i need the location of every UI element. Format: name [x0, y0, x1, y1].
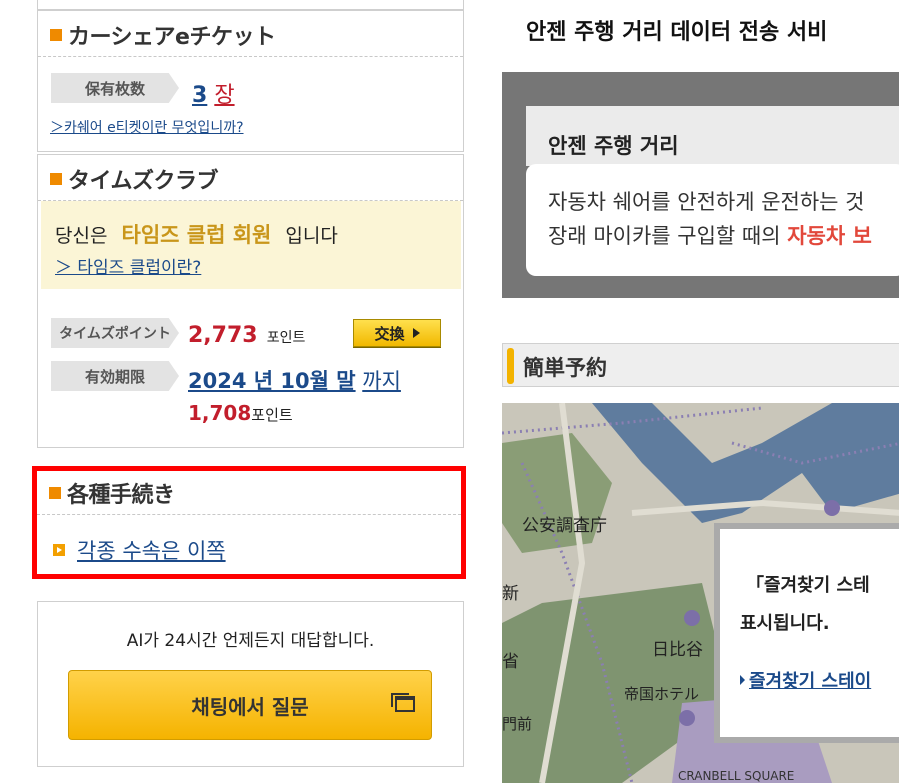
procedures-link[interactable]: 각종 수속은 이쪽 [77, 535, 226, 565]
previous-section-edge [37, 0, 464, 10]
safe-driving-panel: 안젠 주행 거리 자동차 쉐어를 안전하게 운전하는 것 장래 마이카를 구입할… [502, 72, 899, 298]
held-count-value[interactable]: 3 장 [192, 77, 235, 109]
map-label: 公安調査庁 [522, 516, 607, 536]
carshare-ticket-section: カーシェアeチケット 保有枚数 3 장 ＞카쉐어 e티켓이란 무엇입니까? [37, 10, 464, 152]
chat-question-button[interactable]: 채팅에서 질문 [68, 670, 432, 740]
new-window-icon [391, 693, 415, 712]
orange-square-icon [49, 486, 61, 499]
favorites-popup-line2: 표시됩니다. [740, 613, 830, 634]
carshare-ticket-title: カーシェアeチケット [38, 13, 463, 57]
map-label: 新 [502, 584, 519, 604]
member-rank: 타임즈 클럽 회원 [121, 223, 272, 247]
procedures-section: 各種手続き 각종 수속은 이쪽 [37, 471, 461, 574]
favorites-link[interactable]: 즐겨찾기 스테이 [749, 667, 871, 693]
triangle-right-icon [740, 675, 745, 685]
times-point-label: タイムズポイント [51, 318, 179, 348]
ai-chat-section: AI가 24시간 언제든지 대답합니다. 채팅에서 질문 [37, 601, 464, 767]
map-label: 省 [502, 652, 519, 672]
map-view[interactable]: 公安調査庁 日比谷 帝国ホテル 省 門前 新 CRANBELL SQUARE 「… [502, 403, 899, 783]
safe-driving-heading-box: 안젠 주행 거리 [526, 106, 899, 166]
orange-square-icon [50, 172, 62, 185]
safe-driving-card: 자동차 쉐어를 안전하게 운전하는 것 장래 마이카를 구입할 때의 자동차 보 [526, 164, 899, 276]
arrow-right-icon [412, 328, 420, 338]
procedures-title: 各種手続き [37, 471, 461, 515]
yellow-bar-icon [507, 348, 514, 384]
expiry-label: 有効期限 [51, 361, 179, 391]
map-label: 門前 [502, 715, 533, 733]
favorites-link-row[interactable]: 즐겨찾기 스테이 [740, 667, 871, 693]
carshare-ticket-about-link[interactable]: ＞카쉐어 e티켓이란 무엇입니까? [50, 117, 244, 137]
times-club-title: タイムズクラブ [38, 157, 463, 201]
favorites-popup-line1: 「즐겨찾기 스테 [746, 575, 870, 596]
map-label: 帝国ホテル [624, 685, 700, 703]
expiring-points: 1,708포인트 [188, 401, 293, 425]
map-label: CRANBELL SQUARE [678, 769, 795, 783]
times-club-about-link[interactable]: ＞ 타임즈 클럽이란? [55, 253, 201, 278]
times-club-section: タイムズクラブ 당신은 타임즈 클럽 회원 입니다 ＞ 타임즈 클럽이란? タイ… [37, 154, 464, 448]
quick-reserve-header: 簡単予約 [502, 343, 899, 387]
orange-square-icon [50, 28, 62, 41]
procedures-link-row[interactable]: 각종 수속은 이쪽 [53, 535, 226, 565]
ai-chat-caption: AI가 24시간 언제든지 대답합니다. [126, 631, 375, 651]
safe-driving-line1: 자동차 쉐어를 안전하게 운전하는 것 [548, 190, 865, 214]
member-rank-box: 당신은 타임즈 클럽 회원 입니다 ＞ 타임즈 클럽이란? [41, 201, 461, 289]
service-title: 안젠 주행 거리 데이터 전송 서비 [526, 20, 828, 45]
exchange-button[interactable]: 交換 [353, 319, 441, 347]
safe-driving-line2: 장래 마이카를 구입할 때의 자동차 보 [548, 224, 872, 248]
safe-driving-heading: 안젠 주행 거리 [548, 134, 679, 158]
held-count-label: 保有枚数 [51, 73, 179, 103]
expiry-date[interactable]: 2024 년 10월 말 까지 [188, 365, 401, 395]
favorites-popup: 「즐겨찾기 스테 표시됩니다. 즐겨찾기 스테이 [714, 523, 899, 743]
arrow-box-icon [53, 544, 65, 556]
times-point-value: 2,773 포인트 [188, 323, 306, 348]
map-label: 日比谷 [652, 640, 703, 660]
